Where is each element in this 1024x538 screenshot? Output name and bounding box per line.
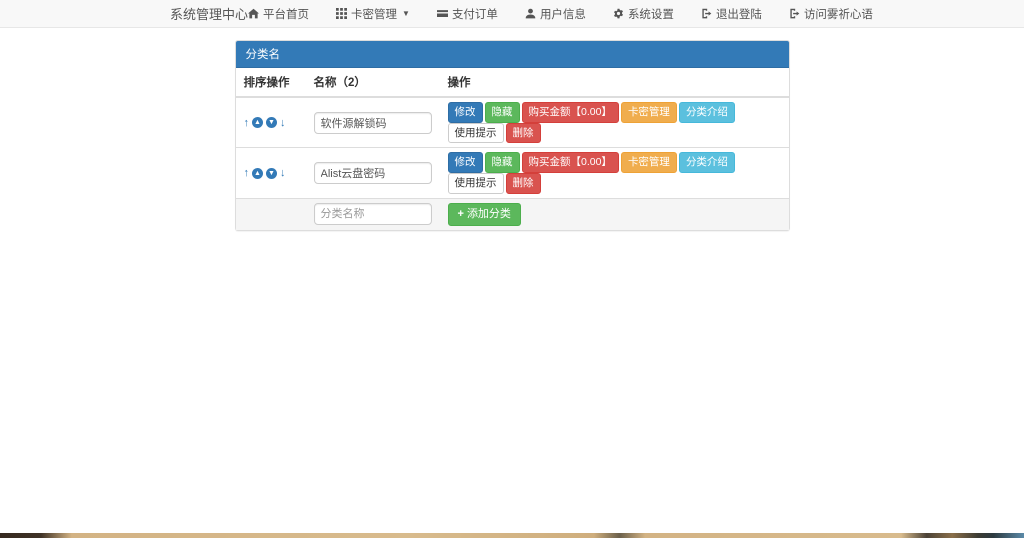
category-table: 排序操作 名称（2） 操作 ↑▲▼↓ 修改隐藏购买金额【0.00】卡密管理分类介… <box>236 68 789 230</box>
user-icon <box>525 8 536 19</box>
nav-item-label: 系统设置 <box>628 6 674 22</box>
nav-item-user-info[interactable]: 用户信息 <box>525 6 586 22</box>
add-category-button[interactable]: +添加分类 <box>448 203 521 226</box>
nav-item-label: 用户信息 <box>540 6 586 22</box>
main-nav: 平台首页 卡密管理 ▼ 支付订单 用户信息 <box>248 6 873 22</box>
hide-button[interactable]: 隐藏 <box>485 152 520 173</box>
panel-title: 分类名 <box>236 41 789 68</box>
nav-item-card-management[interactable]: 卡密管理 ▼ <box>336 6 410 22</box>
table-row: ↑▲▼↓ 修改隐藏购买金额【0.00】卡密管理分类介绍使用提示删除 <box>236 148 789 198</box>
grid-icon <box>336 8 347 19</box>
new-category-name-input[interactable] <box>314 203 432 225</box>
move-up-button[interactable]: ▲ <box>252 117 263 129</box>
home-icon <box>248 8 259 19</box>
move-down-button[interactable]: ▼ <box>266 117 277 129</box>
move-up-button[interactable]: ▲ <box>252 167 263 179</box>
edit-button[interactable]: 修改 <box>448 102 483 123</box>
chevron-down-circle-icon: ▼ <box>266 117 277 128</box>
card-management-button[interactable]: 卡密管理 <box>621 152 677 173</box>
category-name-input[interactable] <box>314 162 432 184</box>
credit-card-icon <box>437 8 448 19</box>
usage-tips-button[interactable]: 使用提示 <box>448 173 504 194</box>
category-name-input[interactable] <box>314 112 432 134</box>
column-header-name: 名称（2） <box>306 68 440 97</box>
background-image-strip <box>0 533 1024 538</box>
table-row: ↑▲▼↓ 修改隐藏购买金额【0.00】卡密管理分类介绍使用提示删除 <box>236 97 789 148</box>
card-management-button[interactable]: 卡密管理 <box>621 102 677 123</box>
edit-button[interactable]: 修改 <box>448 152 483 173</box>
nav-item-label: 退出登陆 <box>716 6 762 22</box>
column-header-actions: 操作 <box>440 68 789 97</box>
nav-item-visit-site[interactable]: 访问雾祈心语 <box>789 6 873 22</box>
move-top-button[interactable]: ↑ <box>244 117 250 129</box>
category-panel: 分类名 排序操作 名称（2） 操作 ↑▲▼↓ 修改隐藏购买金额【0.00】卡密管… <box>235 40 790 231</box>
nav-item-label: 支付订单 <box>452 6 498 22</box>
add-category-label: 添加分类 <box>467 208 511 220</box>
nav-item-system-settings[interactable]: 系统设置 <box>613 6 674 22</box>
nav-item-label: 卡密管理 <box>351 6 397 22</box>
nav-item-label: 平台首页 <box>263 6 309 22</box>
nav-item-label: 访问雾祈心语 <box>804 6 873 22</box>
sign-out-icon <box>789 8 800 19</box>
app-title: 系统管理中心 <box>170 4 248 23</box>
top-navbar: 系统管理中心 平台首页 卡密管理 ▼ 支付订单 <box>0 0 1024 28</box>
nav-item-home[interactable]: 平台首页 <box>248 6 309 22</box>
nav-item-logout[interactable]: 退出登陆 <box>701 6 762 22</box>
move-bottom-button[interactable]: ↓ <box>280 117 286 129</box>
chevron-down-circle-icon: ▼ <box>266 168 277 179</box>
gear-icon <box>613 8 624 19</box>
category-intro-button[interactable]: 分类介绍 <box>679 152 735 173</box>
hide-button[interactable]: 隐藏 <box>485 102 520 123</box>
purchase-amount-button[interactable]: 购买金额【0.00】 <box>522 102 619 123</box>
move-top-button[interactable]: ↑ <box>244 167 250 179</box>
delete-button[interactable]: 删除 <box>506 123 541 144</box>
add-category-row: +添加分类 <box>236 198 789 230</box>
delete-button[interactable]: 删除 <box>506 173 541 194</box>
purchase-amount-button[interactable]: 购买金额【0.00】 <box>522 152 619 173</box>
chevron-up-circle-icon: ▲ <box>252 117 263 128</box>
column-header-sort: 排序操作 <box>236 68 306 97</box>
nav-item-payment-orders[interactable]: 支付订单 <box>437 6 498 22</box>
chevron-down-icon: ▼ <box>402 9 410 18</box>
plus-icon: + <box>458 208 464 220</box>
category-intro-button[interactable]: 分类介绍 <box>679 102 735 123</box>
usage-tips-button[interactable]: 使用提示 <box>448 123 504 144</box>
table-header-row: 排序操作 名称（2） 操作 <box>236 68 789 97</box>
move-down-button[interactable]: ▼ <box>266 167 277 179</box>
chevron-up-circle-icon: ▲ <box>252 168 263 179</box>
sign-out-icon <box>701 8 712 19</box>
move-bottom-button[interactable]: ↓ <box>280 167 286 179</box>
